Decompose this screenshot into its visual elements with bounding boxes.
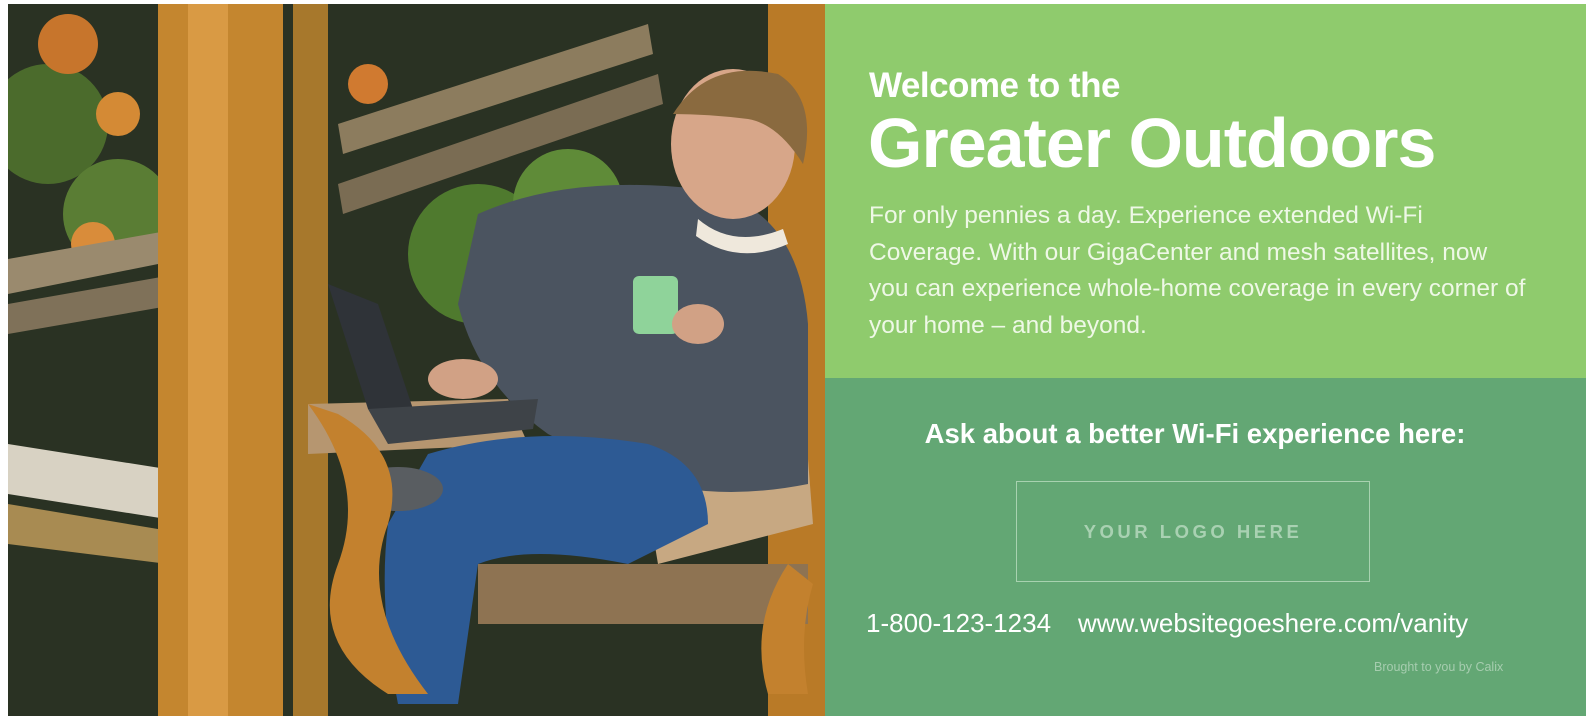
credit-text: Brought to you by Calix: [1374, 660, 1504, 674]
porch-scene-illustration: [8, 4, 825, 716]
phone-number[interactable]: 1-800-123-1234: [866, 608, 1051, 639]
body-description: For only pennies a day. Experience exten…: [869, 202, 1526, 339]
hero-photo: [8, 4, 825, 716]
ask-cta-heading: Ask about a better Wi-Fi experience here…: [924, 418, 1466, 449]
logo-placeholder-box: YOUR LOGO HERE: [1016, 481, 1370, 582]
logo-placeholder-text: YOUR LOGO HERE: [1083, 520, 1303, 542]
website-link[interactable]: www.websitegoeshere.com/vanity: [1078, 608, 1468, 639]
welcome-text: Welcome to the: [869, 66, 1121, 105]
headline-title: Greater Outdoors: [868, 104, 1436, 182]
